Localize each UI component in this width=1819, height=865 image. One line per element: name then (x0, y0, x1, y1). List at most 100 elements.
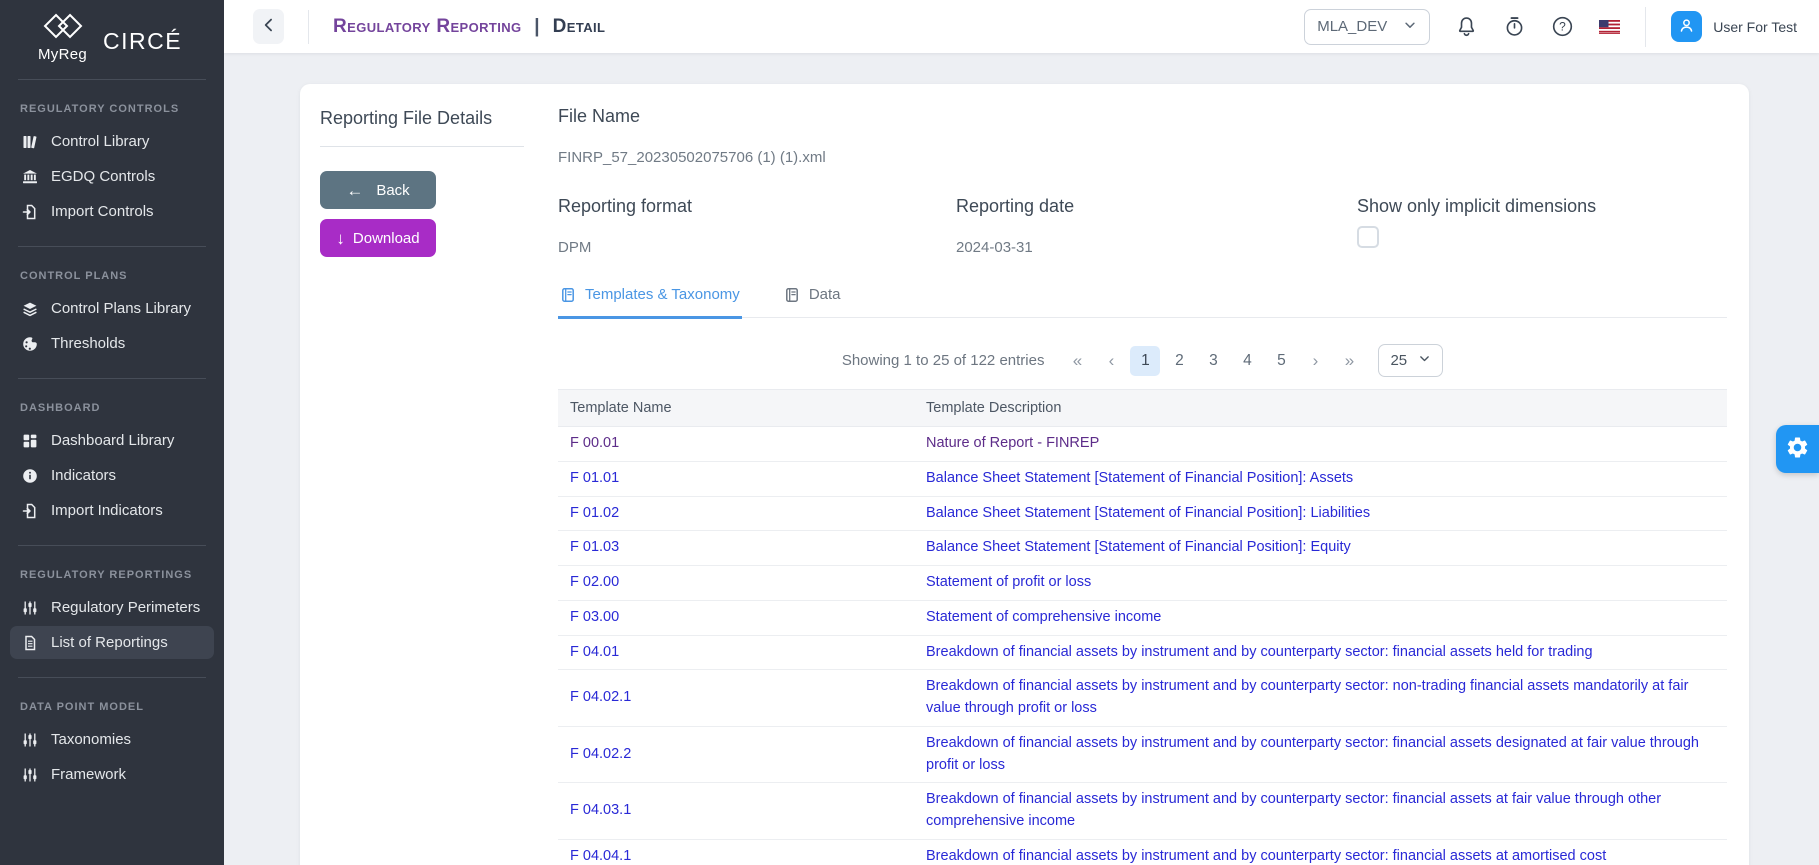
user-avatar-button[interactable] (1671, 11, 1703, 42)
environment-value: MLA_DEV (1317, 18, 1388, 35)
table-row: F 01.02 Balance Sheet Statement [Stateme… (558, 496, 1727, 532)
template-description-link[interactable]: Balance Sheet Statement [Statement of Fi… (926, 505, 1370, 521)
template-name-link[interactable]: F 03.00 (570, 609, 619, 625)
template-name-link[interactable]: F 01.01 (570, 470, 619, 486)
sidebar-divider (18, 378, 206, 379)
sidebar-item[interactable]: Import Controls (10, 195, 214, 228)
arrow-down-icon: ↓ (336, 228, 345, 248)
breadcrumb: Regulatory Reporting | Detail (333, 16, 605, 38)
environment-select[interactable]: MLA_DEV (1304, 8, 1431, 45)
chevron-down-icon (1403, 18, 1417, 36)
template-description-link[interactable]: Balance Sheet Statement [Statement of Fi… (926, 470, 1353, 486)
implicit-dimensions-checkbox[interactable] (1357, 226, 1379, 248)
svg-text:?: ? (1559, 20, 1566, 34)
flag-us-icon[interactable] (1599, 19, 1621, 34)
user-menu[interactable]: User For Test (1671, 11, 1797, 42)
sidebar-item-label: Dashboard Library (51, 432, 175, 449)
template-name-link[interactable]: F 04.02.1 (570, 689, 631, 705)
template-description-link[interactable]: Breakdown of financial assets by instrum… (926, 791, 1661, 829)
sidebar-divider (18, 677, 206, 678)
stopwatch-icon[interactable] (1503, 15, 1526, 38)
equalizer-icon (22, 732, 38, 748)
prev-page-button[interactable]: ‹ (1096, 346, 1126, 376)
template-description-link[interactable]: Statement of comprehensive income (926, 609, 1161, 625)
sidebar-item[interactable]: Indicators (10, 459, 214, 492)
template-name-link[interactable]: F 00.01 (570, 435, 619, 451)
sidebar-item[interactable]: Thresholds (10, 327, 214, 360)
reporting-file-card: Reporting File Details ← Back ↓ Download… (300, 84, 1749, 865)
template-description-link[interactable]: Balance Sheet Statement [Statement of Fi… (926, 539, 1351, 555)
table-row: F 01.01 Balance Sheet Statement [Stateme… (558, 461, 1727, 497)
template-name-link[interactable]: F 04.02.2 (570, 746, 631, 762)
back-chevron-button[interactable] (253, 9, 284, 44)
template-name-link[interactable]: F 01.03 (570, 539, 619, 555)
sidebar-item[interactable]: List of Reportings (10, 626, 214, 659)
table-row: F 04.04.1 Breakdown of financial assets … (558, 839, 1727, 865)
template-description-link[interactable]: Nature of Report - FINREP (926, 435, 1099, 451)
tab-bar: Templates & Taxonomy Data (558, 286, 1727, 319)
header-divider (1645, 6, 1647, 47)
template-description-link[interactable]: Breakdown of financial assets by instrum… (926, 848, 1606, 864)
sidebar-section: Control Plans Control Plans Library Thre… (0, 246, 224, 368)
table-row: F 03.00 Statement of comprehensive incom… (558, 600, 1727, 636)
file-import-icon (22, 503, 38, 519)
breadcrumb-page: Detail (552, 15, 606, 37)
download-button[interactable]: ↓ Download (320, 219, 436, 257)
table-row: F 01.03 Balance Sheet Statement [Stateme… (558, 530, 1727, 566)
page-button[interactable]: 1 (1130, 345, 1161, 376)
template-description-link[interactable]: Statement of profit or loss (926, 574, 1091, 590)
help-circle-icon[interactable]: ? (1551, 15, 1574, 38)
template-name-link[interactable]: F 04.01 (570, 644, 619, 660)
page-button[interactable]: 5 (1266, 346, 1296, 376)
template-description-link[interactable]: Breakdown of financial assets by instrum… (926, 644, 1593, 660)
gear-icon (1785, 435, 1810, 463)
reporting-date-value: 2024-03-31 (956, 239, 1033, 256)
template-description-link[interactable]: Breakdown of financial assets by instrum… (926, 735, 1699, 773)
page-button[interactable]: 2 (1164, 346, 1194, 376)
sidebar-item[interactable]: Control Plans Library (10, 292, 214, 325)
brand-name: CIRCÉ (103, 28, 183, 54)
template-description-link[interactable]: Breakdown of financial assets by instrum… (926, 678, 1688, 716)
template-name-link[interactable]: F 02.00 (570, 574, 619, 590)
page-button[interactable]: 3 (1198, 346, 1228, 376)
sidebar-item[interactable]: EGDQ Controls (10, 160, 214, 193)
sidebar-item[interactable]: Regulatory Perimeters (10, 591, 214, 624)
panel-title: Reporting File Details (320, 108, 493, 128)
brand-sub: MyReg (38, 46, 88, 63)
next-page-button[interactable]: › (1300, 346, 1330, 376)
tab[interactable]: Data (782, 286, 843, 319)
sidebar-item[interactable]: Framework (10, 758, 214, 791)
table-row: F 00.01 Nature of Report - FINREP (558, 426, 1727, 462)
palette-icon (22, 336, 38, 352)
table-row: F 04.03.1 Breakdown of financial assets … (558, 782, 1727, 840)
table-row: F 04.02.2 Breakdown of financial assets … (558, 726, 1727, 784)
back-button[interactable]: ← Back (320, 171, 436, 209)
page-button[interactable]: 4 (1232, 346, 1262, 376)
tab[interactable]: Templates & Taxonomy (558, 286, 742, 319)
reporting-format-value: DPM (558, 239, 592, 256)
sidebar-section: Regulatory Controls Control Library EGDQ… (0, 79, 224, 236)
bell-icon[interactable] (1455, 15, 1478, 38)
implicit-dimensions-label: Show only implicit dimensions (1357, 196, 1597, 216)
layers-icon (22, 301, 38, 317)
sidebar-item-label: Indicators (51, 467, 117, 484)
sidebar-divider (18, 545, 206, 546)
sidebar-item-label: Control Plans Library (51, 300, 192, 317)
template-name-link[interactable]: F 04.04.1 (570, 848, 631, 864)
settings-fab[interactable] (1776, 425, 1819, 473)
arrow-left-icon: ← (346, 180, 364, 200)
first-page-button[interactable]: « (1062, 346, 1092, 376)
journal-icon (784, 287, 800, 303)
page-size-select[interactable]: 25 (1378, 344, 1444, 377)
template-name-link[interactable]: F 01.02 (570, 505, 619, 521)
reporting-date-label: Reporting date (956, 196, 1075, 216)
sidebar-item[interactable]: Taxonomies (10, 723, 214, 756)
sidebar-item[interactable]: Import Indicators (10, 494, 214, 527)
top-bar: Regulatory Reporting | Detail MLA_DEV ? (224, 0, 1819, 53)
last-page-button[interactable]: » (1334, 346, 1364, 376)
file-import-icon (22, 204, 38, 220)
sidebar-nav: Regulatory Controls Control Library EGDQ… (0, 79, 224, 799)
template-name-link[interactable]: F 04.03.1 (570, 802, 631, 818)
sidebar-item[interactable]: Dashboard Library (10, 424, 214, 457)
sidebar-item[interactable]: Control Library (10, 125, 214, 158)
